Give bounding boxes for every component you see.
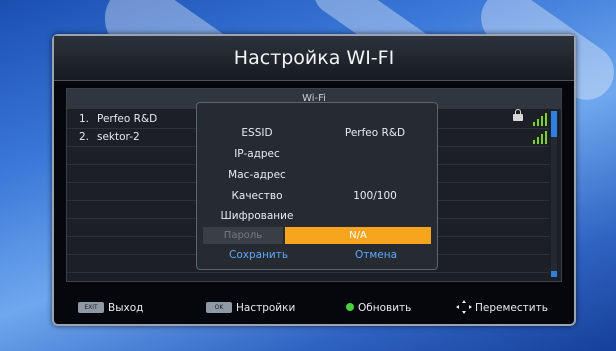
footer-hint-bar: EXIT Выход OK Настройки Обновить Перемести… bbox=[52, 295, 572, 321]
network-details-dialog: ESSID Perfeo R&D IP-адрес Mac-адрес Каче… bbox=[196, 102, 438, 270]
ok-key-icon: OK bbox=[206, 301, 232, 313]
quality-label: Качество bbox=[231, 190, 283, 202]
move-label: Переместить bbox=[475, 302, 548, 314]
settings-hint[interactable]: OK Настройки bbox=[206, 300, 295, 316]
password-label: Пароль bbox=[203, 227, 283, 244]
scrollbar-thumb[interactable] bbox=[551, 111, 557, 137]
exit-hint[interactable]: EXIT Выход bbox=[78, 300, 143, 316]
exit-key-icon: EXIT bbox=[78, 301, 104, 313]
scrollbar-end-marker bbox=[551, 271, 557, 277]
encryption-label: Шифрование bbox=[220, 210, 294, 222]
settings-label: Настройки bbox=[236, 302, 296, 314]
list-scrollbar[interactable] bbox=[551, 111, 557, 277]
cancel-button[interactable]: Отмена bbox=[355, 249, 397, 261]
network-number: 2. bbox=[79, 131, 90, 143]
mac-address-label: Mac-адрес bbox=[228, 169, 286, 181]
essid-value: Perfeo R&D bbox=[344, 127, 406, 139]
ip-address-label: IP-адрес bbox=[234, 148, 280, 160]
network-number: 1. bbox=[79, 113, 90, 125]
lock-icon bbox=[513, 109, 523, 121]
move-hint[interactable]: Переместить bbox=[456, 300, 548, 316]
window-title: Настройка WI-FI bbox=[54, 36, 574, 81]
network-ssid: sektor-2 bbox=[97, 131, 140, 143]
green-dot-icon bbox=[346, 303, 354, 311]
password-field[interactable]: N/A bbox=[285, 227, 431, 244]
signal-bars-icon bbox=[533, 131, 551, 144]
quality-value: 100/100 bbox=[353, 190, 397, 202]
navigation-arrows-icon bbox=[456, 300, 472, 314]
network-ssid: Perfeo R&D bbox=[97, 113, 158, 125]
exit-label: Выход bbox=[108, 302, 144, 314]
essid-label: ESSID bbox=[241, 127, 273, 139]
refresh-hint[interactable]: Обновить bbox=[346, 300, 411, 316]
save-button[interactable]: Сохранить bbox=[229, 249, 288, 261]
signal-bars-icon bbox=[533, 113, 551, 126]
refresh-label: Обновить bbox=[358, 302, 412, 314]
